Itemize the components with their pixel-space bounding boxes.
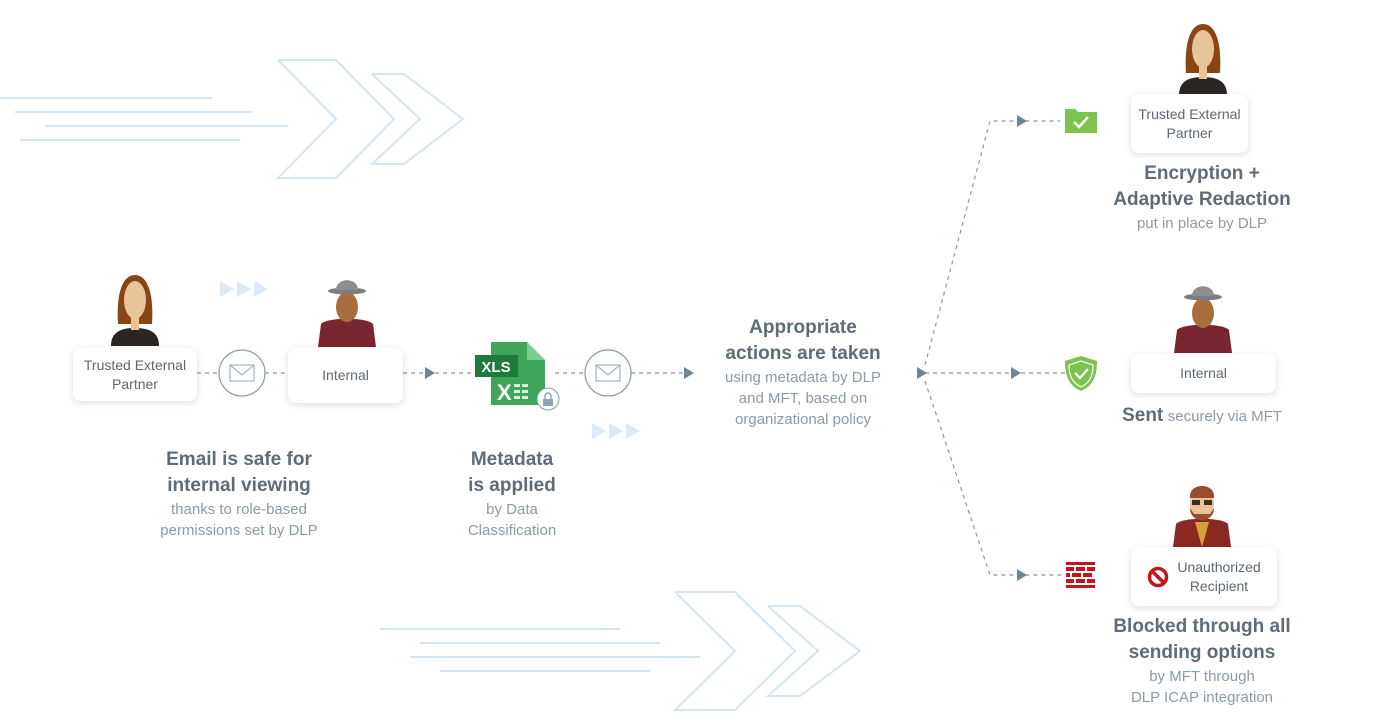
xls-file-lock-icon: XLS X: [475, 342, 560, 411]
card-label: Unauthorized: [1177, 558, 1261, 575]
caption-sub: organizational policy: [735, 411, 871, 428]
caption-title: Adaptive Redaction: [1113, 189, 1291, 210]
metadata-caption: Metadata is applied by Data Classificati…: [468, 447, 556, 541]
man-hat-avatar: [318, 280, 376, 347]
shield-check-icon: [1065, 356, 1097, 391]
folder-check-icon: [1065, 109, 1097, 133]
unauthorized-recipient-card: Unauthorized Recipient: [1131, 547, 1277, 606]
caption-sub: Classification: [467, 522, 557, 539]
caption-sub: by MFT through: [1149, 668, 1255, 685]
caption-sub: thanks to role-based: [171, 501, 307, 518]
caption-sub: DLP ICAP integration: [1130, 689, 1274, 706]
caption-sub: put in place by DLP: [1136, 215, 1268, 232]
center-caption: Appropriate actions are taken using meta…: [725, 315, 881, 430]
trusted-partner-outcome-card: Trusted External Partner: [1131, 94, 1248, 153]
caption-sub: and MFT, based on: [738, 390, 868, 407]
envelope-icon: [584, 349, 632, 397]
caption-sub: permissions set by DLP: [160, 522, 318, 539]
man-hat-avatar: [1174, 286, 1232, 353]
firewall-icon: [1066, 562, 1095, 588]
caption-title: internal viewing: [167, 475, 311, 496]
caption-title: Sent: [1122, 405, 1164, 426]
woman-avatar: [111, 275, 159, 346]
caption-title: Metadata: [470, 449, 554, 470]
caption-title: Appropriate: [749, 317, 857, 338]
encryption-caption: Encryption + Adaptive Redaction put in p…: [1113, 161, 1290, 234]
caption-sub: using metadata by DLP: [725, 369, 881, 386]
card-label: Internal: [1180, 365, 1227, 381]
caption-title: is applied: [468, 475, 556, 496]
internal-outcome-card: Internal: [1131, 354, 1276, 393]
decorative-chevrons-bottom: [380, 591, 862, 711]
man-sunglasses-avatar: [1173, 486, 1231, 547]
internal-card: Internal: [288, 348, 403, 403]
svg-text:X: X: [497, 380, 512, 405]
card-label: Internal: [322, 367, 369, 383]
caption-title: Blocked through all: [1113, 616, 1291, 637]
trusted-partner-card: Trusted External Partner: [73, 348, 197, 401]
card-label: Partner: [1166, 124, 1213, 141]
card-label: Trusted External: [83, 356, 187, 373]
envelope-icon: [218, 349, 266, 397]
prohibited-icon: [1148, 566, 1169, 587]
caption-title: Encryption +: [1144, 163, 1260, 184]
small-arrows-decoration: [220, 281, 640, 439]
caption-sub: securely via MFT: [1167, 408, 1282, 425]
xls-label: XLS: [481, 359, 510, 376]
caption-title: Email is safe for: [166, 449, 312, 470]
blocked-caption: Blocked through all sending options by M…: [1113, 614, 1290, 708]
sent-caption: Sent securely via MFT: [1122, 403, 1282, 429]
card-label: Trusted External: [1138, 105, 1241, 122]
card-label: Partner: [112, 375, 158, 392]
caption-title: sending options: [1128, 642, 1276, 663]
card-label: Recipient: [1189, 577, 1249, 594]
decorative-chevrons-top: [0, 59, 465, 179]
caption-sub: by Data: [486, 501, 538, 518]
caption-title: actions are taken: [725, 343, 881, 364]
left-caption: Email is safe for internal viewing thank…: [160, 447, 318, 541]
woman-avatar: [1179, 24, 1227, 95]
